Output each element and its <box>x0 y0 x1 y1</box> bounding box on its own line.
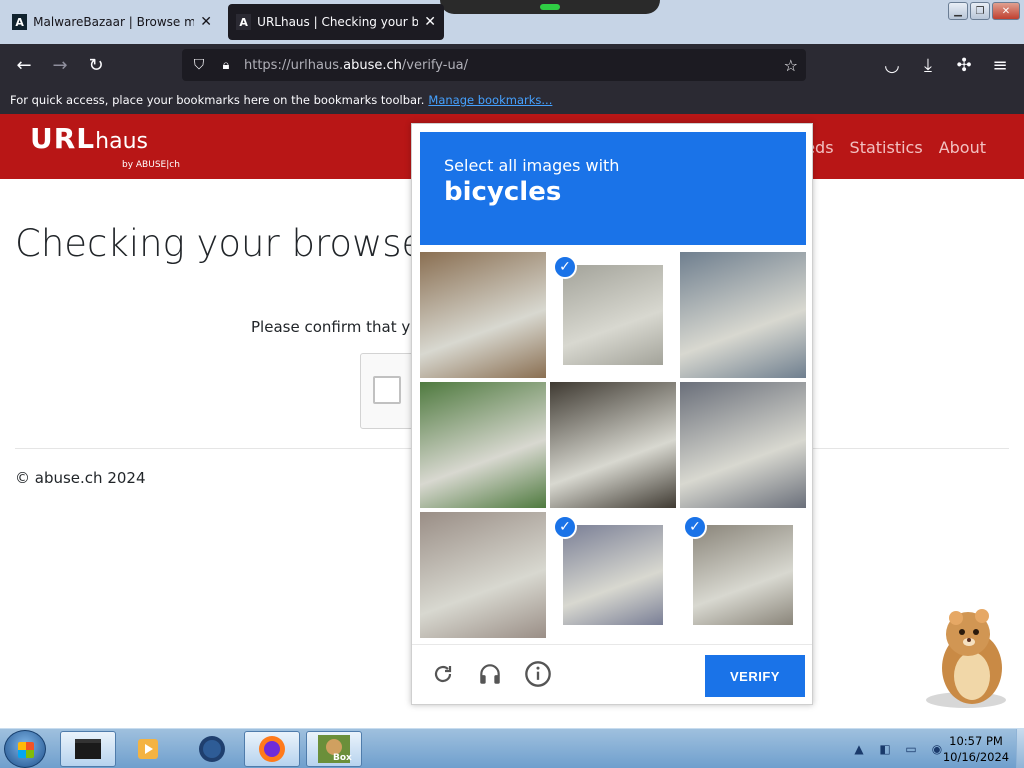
logo-main: URL <box>30 122 96 155</box>
taskbar-app-media-player[interactable] <box>120 731 176 767</box>
tile-image <box>680 382 806 508</box>
show-desktop-button[interactable] <box>1016 729 1024 768</box>
taskbar: Box ▲ ◧ ▭ ◉ 10:57 PM 10/16/2024 <box>0 728 1024 768</box>
challenge-prompt: Select all images with <box>444 156 620 175</box>
url-bar[interactable]: ⛉ 🔒︎ https://urlhaus.abuse.ch/verify-ua/… <box>182 49 806 81</box>
window-decoration <box>440 0 660 14</box>
confirm-text: Please confirm that you <box>251 318 429 336</box>
tray-expand-icon[interactable]: ▲ <box>850 740 868 758</box>
tile-image <box>563 525 663 625</box>
captcha-checkbox[interactable] <box>373 376 401 404</box>
tile-selected-check-icon: ✓ <box>553 255 577 279</box>
bookmarks-hint: For quick access, place your bookmarks h… <box>10 93 425 107</box>
tab-urlhaus[interactable]: A URLhaus | Checking your brow ✕ <box>228 4 444 40</box>
close-window-icon[interactable]: ✕ <box>992 2 1020 20</box>
reload-icon[interactable]: ↻ <box>78 47 114 83</box>
urlhaus-favicon-icon: A <box>236 14 252 30</box>
tile-image <box>563 265 663 365</box>
challenge-header: Select all images with bicycles <box>420 132 806 245</box>
info-icon[interactable] <box>523 659 553 689</box>
logo-suffix: haus <box>95 129 148 154</box>
close-tab-icon[interactable]: ✕ <box>424 14 436 30</box>
tab-label: MalwareBazaar | Browse malwa <box>33 15 195 29</box>
menu-icon[interactable]: ≡ <box>982 47 1018 83</box>
footer-copyright: © abuse.ch 2024 <box>15 469 146 487</box>
shield-icon[interactable]: ⛉ <box>190 57 208 73</box>
logo-by: by ABUSE|ch <box>122 160 180 170</box>
url-text[interactable]: https://urlhaus.abuse.ch/verify-ua/ <box>244 58 468 73</box>
page-title: Checking your browser <box>15 222 440 265</box>
tile-selected-check-icon: ✓ <box>553 515 577 539</box>
nav-statistics[interactable]: Statistics <box>850 138 923 157</box>
lock-icon[interactable]: 🔒︎ <box>218 58 234 73</box>
challenge-tile[interactable] <box>680 252 806 378</box>
verify-button[interactable]: VERIFY <box>705 655 805 697</box>
taskbar-app-globe[interactable] <box>184 731 240 767</box>
tile-image <box>680 252 806 378</box>
challenge-tile[interactable] <box>550 382 676 508</box>
tile-image <box>420 252 546 378</box>
challenge-tile[interactable]: ✓ <box>550 252 676 378</box>
start-button[interactable] <box>4 730 46 768</box>
minimize-icon[interactable]: ▁ <box>948 2 968 20</box>
tile-image <box>550 382 676 508</box>
challenge-tile[interactable] <box>420 252 546 378</box>
taskbar-clock[interactable]: 10:57 PM 10/16/2024 <box>936 733 1016 765</box>
challenge-tile[interactable] <box>680 382 806 508</box>
challenge-tiles: ✓ ✓ ✓ <box>420 252 806 638</box>
url-scheme: https://urlhaus. <box>244 57 344 73</box>
url-path: /verify-ua/ <box>401 57 469 73</box>
clock-time: 10:57 PM <box>949 734 1003 748</box>
restore-icon[interactable]: ❐ <box>970 2 990 20</box>
tile-image <box>420 382 546 508</box>
tray-app-icon[interactable]: ◧ <box>876 740 894 758</box>
taskbar-app-box[interactable]: Box <box>306 731 362 767</box>
challenge-target: bicycles <box>444 177 562 207</box>
challenge-footer: VERIFY <box>412 644 812 704</box>
nav-about[interactable]: About <box>939 138 986 157</box>
pocket-icon[interactable]: ◡ <box>874 47 910 83</box>
clock-date: 10/16/2024 <box>942 750 1010 764</box>
close-tab-icon[interactable]: ✕ <box>200 14 212 30</box>
window-controls: ▁ ❐ ✕ <box>948 2 1020 20</box>
extensions-icon[interactable]: ✣ <box>946 47 982 83</box>
download-icon[interactable]: ⤓ <box>910 47 946 83</box>
forward-arrow-icon[interactable]: → <box>42 47 78 83</box>
headphones-icon[interactable] <box>475 659 505 689</box>
url-host: abuse.ch <box>343 57 402 73</box>
bookmark-star-icon[interactable]: ☆ <box>784 56 798 75</box>
urlhaus-logo[interactable]: URLhaus by ABUSE|ch <box>30 122 180 170</box>
manage-bookmarks-link[interactable]: Manage bookmarks... <box>428 93 552 107</box>
challenge-tile[interactable] <box>420 512 546 638</box>
tray-network-icon[interactable]: ▭ <box>902 740 920 758</box>
tile-image <box>693 525 793 625</box>
challenge-tile[interactable]: ✓ <box>550 512 676 638</box>
tile-image <box>420 512 546 638</box>
bookmarks-toolbar: For quick access, place your bookmarks h… <box>0 86 1024 114</box>
malwarebazaar-favicon-icon: A <box>12 14 28 30</box>
taskbar-app-firefox[interactable] <box>244 731 300 767</box>
box-label: Box <box>333 753 352 763</box>
reload-icon[interactable] <box>428 659 458 689</box>
navigation-bar: ← → ↻ ⛉ 🔒︎ https://urlhaus.abuse.ch/veri… <box>0 44 1024 86</box>
title-bar: A MalwareBazaar | Browse malwa ✕ A URLha… <box>0 0 1024 44</box>
hamster-mascot <box>920 604 1012 712</box>
taskbar-app-terminal[interactable] <box>60 731 116 767</box>
tab-malwarebazaar[interactable]: A MalwareBazaar | Browse malwa ✕ <box>4 4 220 40</box>
site-nav: Feeds Statistics About <box>787 138 986 157</box>
challenge-tile[interactable] <box>420 382 546 508</box>
tab-label: URLhaus | Checking your brow <box>257 15 419 29</box>
captcha-challenge: Select all images with bicycles ✓ ✓ ✓ VERI… <box>411 123 813 705</box>
challenge-tile[interactable]: ✓ <box>680 512 806 638</box>
tile-selected-check-icon: ✓ <box>683 515 707 539</box>
back-arrow-icon[interactable]: ← <box>6 47 42 83</box>
